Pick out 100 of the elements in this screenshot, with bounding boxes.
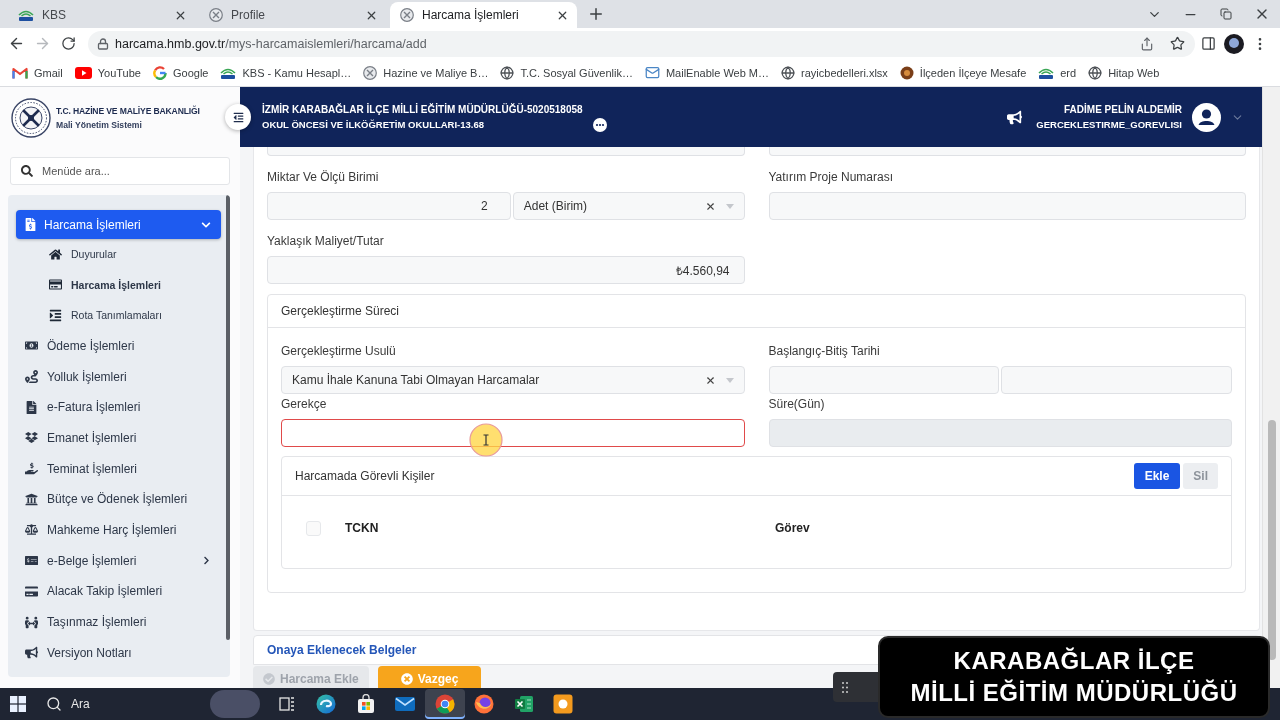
share-icon[interactable]	[1140, 36, 1154, 51]
clear-icon[interactable]	[704, 200, 716, 212]
menu-item[interactable]: e-Belge İşlemleri	[16, 545, 221, 576]
menu-item[interactable]: Versiyon Notları	[16, 637, 221, 669]
more-icon[interactable]	[592, 118, 607, 132]
logo-title: T.C. HAZİNE VE MALİYE BAKANLIĞI	[56, 105, 200, 116]
menu-item[interactable]: Teminat İşlemleri	[16, 453, 221, 484]
envelope-icon	[644, 65, 660, 80]
megaphone-icon[interactable]	[1007, 109, 1023, 125]
bookmark[interactable]: erd	[1038, 66, 1077, 79]
bookmark[interactable]: YouTube	[74, 66, 141, 79]
grip-icon[interactable]	[842, 681, 848, 693]
envelope-icon	[395, 696, 416, 712]
browser-icon	[434, 694, 455, 714]
emblem-icon	[363, 65, 378, 80]
column-header: TCKN	[345, 521, 380, 535]
caret-icon	[725, 203, 734, 209]
collapse-icon	[232, 111, 244, 123]
bank-building-icon	[25, 492, 38, 506]
ring-logo-icon	[152, 65, 167, 80]
menu-item[interactable]: Emanet İşlemleri	[16, 422, 221, 454]
input-field[interactable]	[281, 419, 745, 447]
caption-line: MİLLİ EĞİTİM MÜDÜRLÜĞÜ	[910, 678, 1238, 708]
bookmark[interactable]: İlçeden İlçeye Mesafe	[899, 65, 1027, 80]
add-button[interactable]: Ekle	[1133, 463, 1181, 489]
menu-item[interactable]: Mahkeme Harç İşlemleri	[16, 514, 221, 546]
card-icon	[49, 278, 62, 292]
logo-icon	[18, 9, 34, 21]
photo-placeholder	[210, 690, 260, 718]
search-button[interactable]: Ara	[46, 690, 206, 718]
new-tab-icon[interactable]	[587, 5, 605, 23]
menu-item[interactable]: e-Fatura İşlemleri	[16, 391, 221, 423]
menu-item[interactable]: Bütçe ve Ödenek İşlemleri	[16, 483, 221, 515]
menu-item[interactable]: Harcama İşlemleri	[16, 210, 221, 239]
submenu-item[interactable]: Rota Tanımlamaları	[16, 300, 221, 331]
document-icon	[25, 400, 38, 414]
date-field[interactable]	[768, 366, 1000, 394]
bookmark[interactable]: MailEnable Web M…	[644, 65, 770, 80]
bookmark[interactable]: T.C. Sosyal Güvenlik…	[500, 65, 633, 80]
card-icon	[25, 584, 38, 598]
search-icon	[21, 165, 33, 177]
date-field[interactable]	[1001, 366, 1232, 394]
field-label: Miktar Ve Ölçü Birimi	[267, 169, 379, 185]
bookmark[interactable]: Hitap Web	[1088, 65, 1160, 80]
clear-icon[interactable]	[704, 374, 716, 386]
submenu-item[interactable]: Duyurular	[16, 239, 221, 270]
menu-item[interactable]: Ödeme İşlemleri	[16, 330, 221, 362]
restore-icon[interactable]	[1220, 8, 1232, 20]
bookmark[interactable]: KBS - Kamu Hesapl…	[220, 66, 352, 79]
star-icon[interactable]	[1169, 36, 1185, 51]
user-role: GERCEKLESTIRME_GOREVLISI	[1036, 119, 1182, 130]
logo-icon	[220, 66, 237, 79]
bookmark[interactable]: Gmail	[12, 66, 63, 79]
unit-name: İZMİR KARABAĞLAR İLÇE MİLLİ EĞİTİM MÜDÜRLÜĞÜ-5020518058	[262, 104, 583, 115]
browser-tab[interactable]: KBS	[8, 2, 195, 28]
shopping-bag-icon	[355, 694, 376, 714]
bookmark[interactable]: Google	[152, 65, 209, 80]
app-icon	[553, 694, 574, 714]
caption-line: KARABAĞLAR İLÇE	[953, 646, 1195, 676]
emblem-logo-icon	[11, 97, 51, 138]
field-label: Yaklaşık Maliyet/Tutar	[267, 233, 384, 249]
side-panel-icon[interactable]	[1200, 36, 1216, 51]
search-field[interactable]: Menüde ara...	[10, 157, 230, 185]
amount-field[interactable]: ₺4.560,94	[267, 256, 745, 284]
address-bar[interactable]: harcama.hmb.gov.tr/mys-harcamaislemleri/harcama/add	[88, 30, 1195, 57]
avatar-icon[interactable]	[1192, 102, 1221, 132]
submenu-item[interactable]: Harcama İşlemleri	[16, 269, 221, 300]
browser-tab[interactable]: Harcama İşlemleri	[390, 2, 577, 28]
menu-item[interactable]: Alacak Takip İşlemleri	[16, 576, 221, 607]
cheque-icon	[25, 554, 38, 568]
quantity-field[interactable]: 2	[267, 192, 511, 220]
reload-icon[interactable]	[60, 36, 76, 51]
bookmark[interactable]: rayicbedelleri.xlsx	[781, 65, 888, 80]
avatar-icon[interactable]	[1224, 33, 1244, 54]
bookmark[interactable]: Hazine ve Maliye B…	[363, 65, 489, 80]
start-icon[interactable]	[10, 696, 26, 712]
globe-icon	[1088, 65, 1103, 80]
checkbox[interactable]	[306, 520, 321, 536]
search-icon	[46, 696, 62, 712]
hand-coin-icon	[25, 462, 38, 476]
home-icon	[49, 247, 62, 261]
globe-icon	[781, 65, 796, 80]
field-label: Gerçekleştirme Usulü	[281, 343, 396, 359]
browser-tab[interactable]: Profile	[199, 2, 386, 28]
spreadsheet-icon	[513, 695, 534, 713]
round-logo-icon	[899, 65, 914, 80]
menu-item[interactable]: Taşınmaz İşlemleri	[16, 606, 221, 638]
menu-item[interactable]: Yolluk İşlemleri	[16, 361, 221, 392]
unit-select[interactable]: Adet (Birim)	[512, 192, 745, 220]
people-arrows-icon	[25, 615, 38, 629]
logo-subtitle: Mali Yönetim Sistemi	[56, 119, 143, 130]
dropdown-field[interactable]: Kamu İhale Kanuna Tabi Olmayan Harcamalar	[281, 366, 745, 394]
field-label: Başlangıç-Bitiş Tarihi	[768, 343, 880, 359]
logo-icon	[1038, 66, 1055, 79]
section-title: Harcamada Görevli Kişiler	[295, 469, 435, 483]
field-label: Süre(Gün)	[768, 396, 825, 412]
caret-icon	[725, 377, 734, 383]
cursor-highlight-icon	[469, 423, 503, 457]
lock-icon	[97, 37, 109, 50]
emblem-icon	[400, 8, 414, 22]
